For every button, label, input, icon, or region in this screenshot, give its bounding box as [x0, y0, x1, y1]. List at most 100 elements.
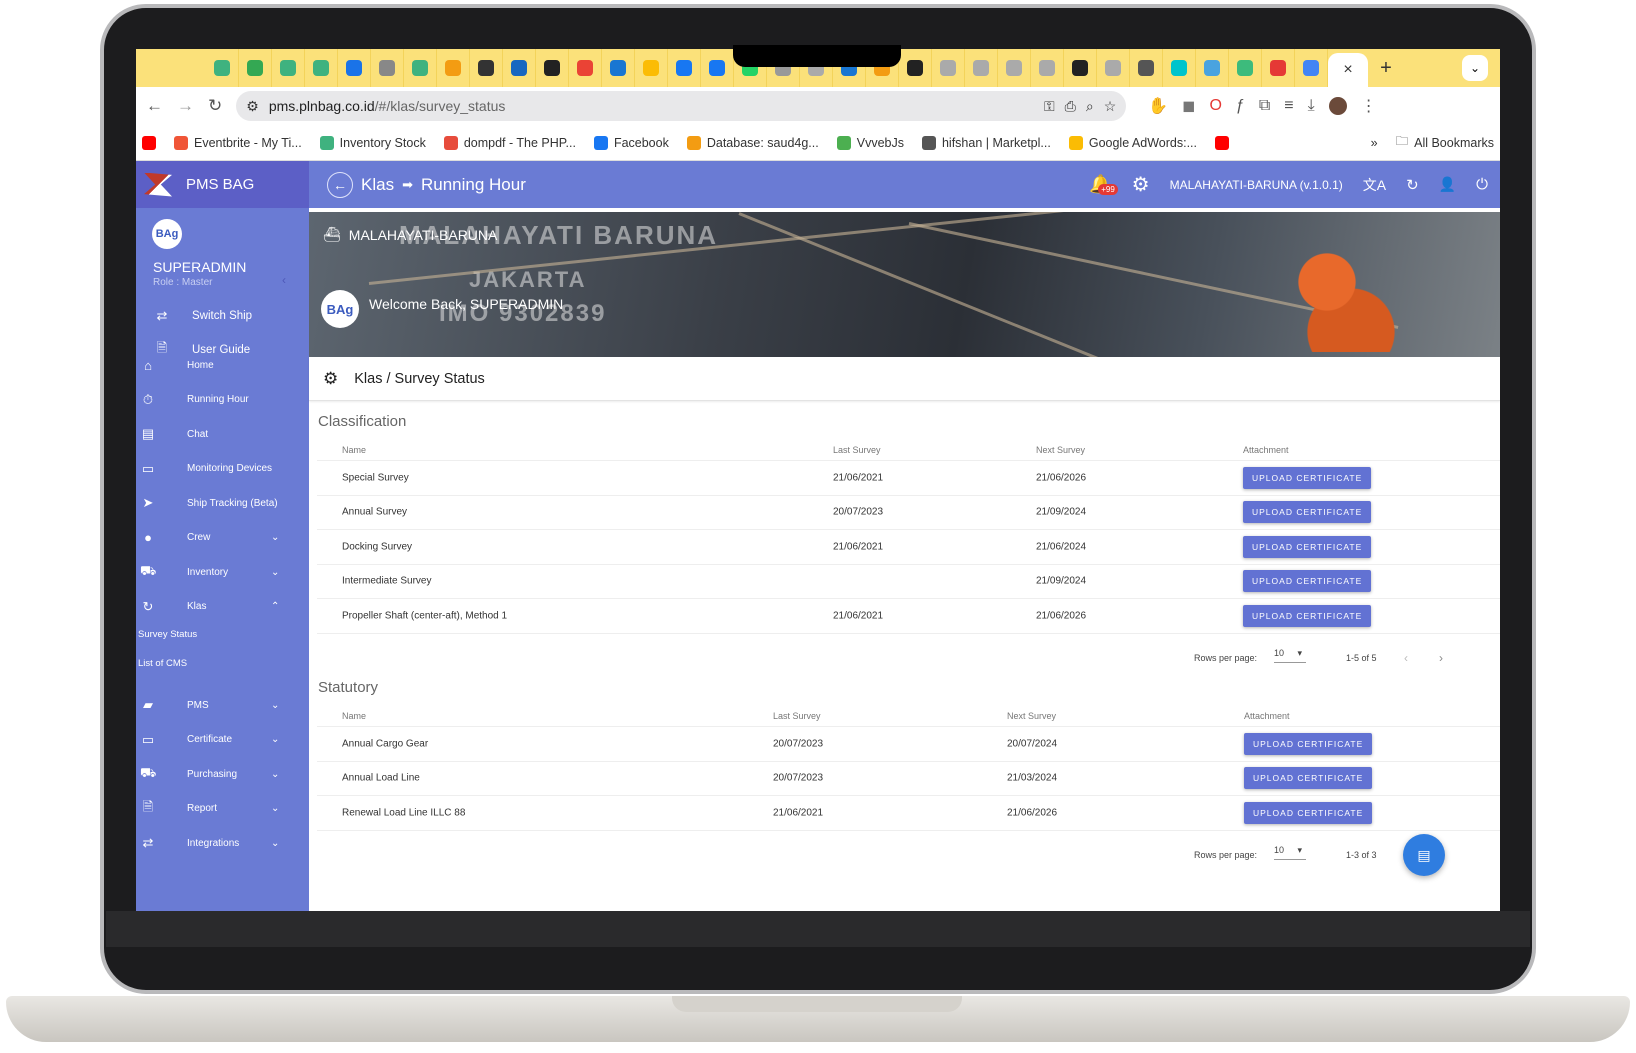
browser-tab[interactable] — [536, 49, 569, 87]
bookmark-item[interactable]: dompdf - The PHP... — [443, 135, 576, 150]
column-header[interactable]: Last Survey — [833, 445, 881, 455]
bookmark-item[interactable]: Eventbrite - My Ti... — [174, 135, 302, 150]
browser-tab[interactable] — [305, 49, 338, 87]
browser-tab[interactable] — [338, 49, 371, 87]
browser-tab[interactable] — [371, 49, 404, 87]
chevron-down-icon[interactable]: ⌄ — [271, 838, 279, 849]
column-header[interactable]: Next Survey — [1007, 711, 1056, 721]
browser-tab[interactable] — [1163, 49, 1196, 87]
chevron-down-icon[interactable]: ⌄ — [271, 567, 279, 578]
browser-tab[interactable] — [272, 49, 305, 87]
upload-certificate-button[interactable]: UPLOAD CERTIFICATE — [1243, 466, 1372, 489]
sidebar-item-certificate[interactable]: ▭ Certificate ⌄ — [136, 726, 309, 754]
site-settings-icon[interactable]: ⚙ — [246, 98, 259, 115]
browser-tab[interactable] — [1229, 49, 1262, 87]
chevron-down-icon[interactable]: ⌄ — [271, 734, 279, 745]
reload-icon[interactable]: ↻ — [208, 96, 222, 116]
collapse-sidebar-icon[interactable]: ‹ — [282, 273, 286, 287]
breadcrumb-parent[interactable]: Klas — [361, 175, 394, 195]
browser-tab[interactable] — [206, 49, 239, 87]
prev-page-icon[interactable]: ‹ — [1404, 651, 1408, 665]
sidebar-item-inventory[interactable]: ⛟ Inventory ⌄ — [136, 558, 309, 586]
column-header[interactable]: Next Survey — [1036, 445, 1085, 455]
power-icon[interactable]: ⏻ — [1476, 176, 1488, 193]
bookmark-star-icon[interactable]: ☆ — [1104, 98, 1117, 115]
browser-menu-icon[interactable]: ⋮ — [1361, 96, 1377, 116]
chevron-down-icon[interactable]: ⌄ — [271, 803, 279, 814]
active-tab[interactable]: × — [1328, 53, 1368, 87]
column-header[interactable]: Attachment — [1243, 445, 1289, 455]
sidebar-item-klas[interactable]: ↻ Klas ⌃ — [136, 593, 309, 621]
refresh-icon[interactable]: ↻ — [1406, 176, 1419, 194]
password-key-icon[interactable]: ⚿ — [1044, 98, 1055, 115]
sidebar-item-purchasing[interactable]: ⛟ Purchasing ⌄ — [136, 760, 309, 788]
close-tab-icon[interactable]: × — [1343, 61, 1352, 79]
browser-tab[interactable] — [602, 49, 635, 87]
brand[interactable]: PMS BAG — [136, 161, 309, 208]
install-app-icon[interactable]: ⎙ — [1065, 98, 1076, 115]
extensions-puzzle-icon[interactable]: ⧉ — [1259, 97, 1270, 115]
browser-tab[interactable] — [239, 49, 272, 87]
sidebar-item-pms[interactable]: ▰ PMS ⌄ — [136, 691, 309, 719]
browser-tab[interactable] — [701, 49, 734, 87]
browser-tab[interactable] — [1097, 49, 1130, 87]
browser-tab[interactable] — [437, 49, 470, 87]
next-page-icon[interactable]: › — [1439, 651, 1443, 665]
sidebar-subitem-survey-status[interactable]: Survey Status — [138, 629, 197, 640]
column-header[interactable]: Attachment — [1244, 711, 1290, 721]
browser-tab[interactable] — [404, 49, 437, 87]
upload-certificate-button[interactable]: UPLOAD CERTIFICATE — [1244, 732, 1373, 755]
upload-certificate-button[interactable]: UPLOAD CERTIFICATE — [1243, 570, 1372, 593]
bookmark-item[interactable] — [1215, 135, 1230, 150]
new-tab-button[interactable]: + — [1368, 57, 1404, 80]
upload-certificate-button[interactable]: UPLOAD CERTIFICATE — [1243, 535, 1372, 558]
bookmark-item[interactable]: VvvebJs — [836, 135, 904, 150]
zoom-icon[interactable]: ⌕ — [1086, 98, 1094, 115]
bookmark-item[interactable]: hifshan | Marketpl... — [921, 135, 1051, 150]
font-extension-icon[interactable]: ƒ — [1236, 97, 1245, 115]
back-arrow-icon[interactable]: ← — [327, 171, 353, 198]
sidebar-item-ship-tracking-beta-[interactable]: ➤ Ship Tracking (Beta) — [136, 489, 309, 517]
browser-tab[interactable] — [965, 49, 998, 87]
sidebar-item-crew[interactable]: ● Crew ⌄ — [136, 524, 309, 552]
bookmark-item[interactable]: Database: saud4g... — [686, 135, 819, 150]
bookmark-item[interactable]: Inventory Stock — [319, 135, 426, 150]
upload-certificate-button[interactable]: UPLOAD CERTIFICATE — [1244, 801, 1373, 824]
sidebar-item-chat[interactable]: ▤ Chat — [136, 420, 309, 448]
browser-tab[interactable] — [668, 49, 701, 87]
forward-icon[interactable]: → — [177, 96, 194, 116]
extension-icon[interactable]: ✋ — [1148, 96, 1168, 116]
browser-tab[interactable] — [899, 49, 932, 87]
address-bar[interactable]: ⚙ pms.plnbag.co.id/#/klas/survey_status … — [236, 91, 1127, 121]
sidebar-item-home[interactable]: ⌂ Home — [136, 351, 309, 379]
all-bookmarks[interactable]: 🗀 All Bookmarks — [1396, 132, 1494, 153]
browser-tab[interactable] — [569, 49, 602, 87]
sidebar-item-integrations[interactable]: ⇄ Integrations ⌄ — [136, 829, 309, 857]
upload-certificate-button[interactable]: UPLOAD CERTIFICATE — [1243, 501, 1372, 524]
chevron-down-icon[interactable]: ⌄ — [271, 700, 279, 711]
chevron-down-icon[interactable]: ⌄ — [271, 769, 279, 780]
browser-tab[interactable] — [503, 49, 536, 87]
column-header[interactable]: Name — [342, 445, 366, 455]
chat-fab-button[interactable]: ▤ — [1403, 834, 1445, 876]
translate-icon[interactable]: 文A — [1363, 175, 1386, 195]
sidebar-item-report[interactable]: 🗎 Report ⌄ — [136, 795, 309, 823]
extension-icon[interactable]: ◼ — [1182, 96, 1195, 116]
browser-tab[interactable] — [998, 49, 1031, 87]
more-bookmarks-icon[interactable]: » — [1371, 136, 1378, 150]
tab-search-button[interactable]: ⌄ — [1462, 55, 1488, 81]
account-icon[interactable]: 👤 — [1439, 176, 1456, 193]
back-icon[interactable]: ← — [146, 96, 163, 116]
browser-tab[interactable] — [1031, 49, 1064, 87]
browser-tab[interactable] — [932, 49, 965, 87]
bookmark-item[interactable] — [142, 135, 156, 150]
chevron-up-icon[interactable]: ⌃ — [271, 601, 279, 612]
notification-bell-icon[interactable]: 🔔+99 — [1089, 174, 1118, 195]
column-header[interactable]: Last Survey — [773, 711, 821, 721]
sidebar-item-switch-ship[interactable]: ⇄ Switch Ship — [136, 302, 309, 330]
chevron-down-icon[interactable]: ⌄ — [271, 532, 279, 543]
browser-tab[interactable] — [470, 49, 503, 87]
browser-tab[interactable] — [1064, 49, 1097, 87]
opera-extension-icon[interactable]: O — [1209, 97, 1221, 115]
rows-per-page-select[interactable]: 10 ▾ — [1274, 648, 1306, 663]
